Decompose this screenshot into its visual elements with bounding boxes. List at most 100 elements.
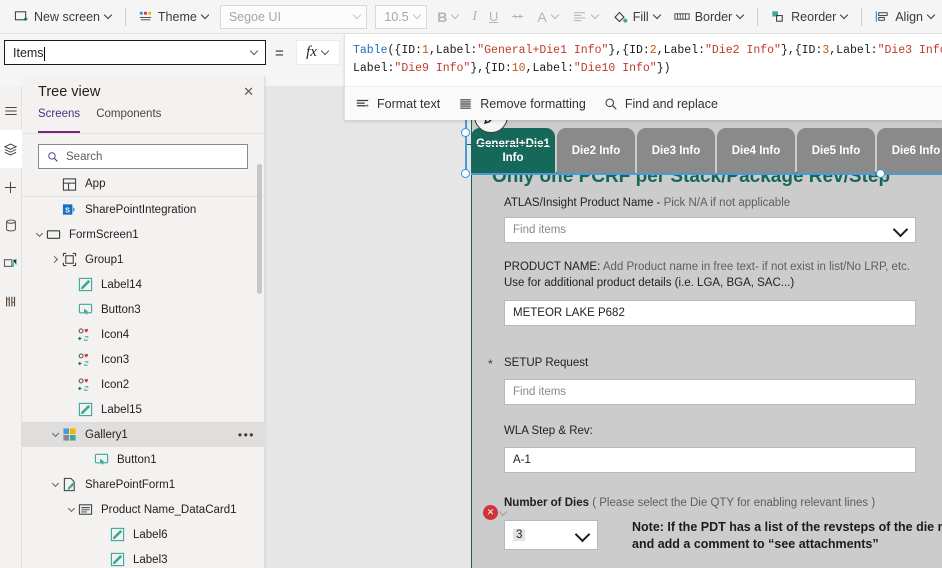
font-family-select[interactable]: Segoe UI [219,4,368,29]
border-button[interactable]: Border [668,3,752,31]
formula-token: }) [656,62,671,75]
tree-item-product-name-datacard1[interactable]: Product Name_DataCard1 [22,497,265,522]
tree-item-label: SharePointIntegration [85,203,197,216]
tree-view-list[interactable]: App S SharePointIntegration FormScreen1 Grou… [22,172,265,568]
chevron-down-icon [895,224,907,236]
formula-token: },{ID: [470,62,512,75]
wla-step-rev-input[interactable]: A-1 [504,447,916,473]
search-input[interactable]: Search [38,144,248,169]
theme-button[interactable]: Theme [132,3,216,31]
italic-button[interactable]: I [466,3,483,31]
chevron-down-icon [841,12,849,20]
number-of-dies-select[interactable]: 3 [504,520,598,550]
property-select[interactable]: Items [4,40,266,65]
atlas-product-name-input[interactable]: Find items [504,217,916,243]
field-wla-step-rev: WLA Step & Rev: A-1 [504,423,916,473]
data-icon[interactable] [0,206,22,244]
chevron-down-icon[interactable] [64,503,78,517]
left-icon-rail [0,86,22,568]
app-tab-general-die1-info[interactable]: General+Die1 Info [471,128,555,174]
font-size-select[interactable]: 10.5 [375,4,428,29]
field-setup-request: * SETUP Request Find items [488,355,916,405]
tree-item-group1[interactable]: Group1 [22,247,265,272]
theme-icon [138,9,153,24]
font-family-value: Segoe UI [228,9,281,24]
tree-item-button3[interactable]: Button3 [22,297,265,322]
app-tab-die4-info[interactable]: Die4 Info [717,128,795,174]
reorder-label: Reorder [791,9,837,24]
product-name-input[interactable]: METEOR LAKE P682 [504,300,916,326]
field-label: Number of Dies ( Please select the Die Q… [504,497,876,509]
sharepoint-icon: S [62,202,78,217]
format-text-button[interactable]: Format text [355,97,440,111]
strikethrough-button[interactable] [504,3,531,31]
search-icon [47,151,59,163]
tree-item-button1[interactable]: Button1 [22,447,265,472]
tree-item-label: Gallery1 [85,428,128,441]
insert-icon[interactable] [0,168,22,206]
app-tab-die5-info[interactable]: Die5 Info [797,128,875,174]
chevron-down-icon[interactable] [48,478,62,492]
field-label: ATLAS/Insight Product Name - Pick N/A if… [504,197,791,209]
bold-button[interactable]: B [431,3,466,31]
tree-item-app[interactable]: App [22,172,265,197]
tree-item-label15[interactable]: Label15 [22,397,265,422]
fx-button[interactable]: fx [296,40,340,65]
text-align-button[interactable] [566,3,606,31]
selection-handle-right[interactable] [876,169,885,178]
align-button[interactable]: Align [868,3,942,31]
tree-item-label6[interactable]: Label6 [22,522,265,547]
note-text: Note: If the PDT has a list of the revst… [632,519,942,553]
formula-token: "Die2 Info" [705,44,781,57]
tree-item-label14[interactable]: Label14 [22,272,265,297]
tree-view-scrollbar[interactable] [257,164,262,294]
media-icon[interactable] [0,244,22,282]
tree-item-gallery1[interactable]: Gallery1 ••• [22,422,265,447]
variables-icon[interactable] [0,282,22,320]
chevron-down-icon[interactable] [48,428,62,442]
gallery-selection-underline [471,173,942,175]
find-and-replace-label: Find and replace [624,96,718,111]
remove-formatting-button[interactable]: Remove formatting [458,97,586,111]
tree-item-formscreen1[interactable]: FormScreen1 [22,222,265,247]
underline-button[interactable]: U [483,3,504,31]
reorder-button[interactable]: Reorder [764,3,855,31]
tree-item-icon3[interactable]: Icon3 [22,347,265,372]
screen-icon [46,227,62,242]
chevron-down-icon[interactable] [32,228,46,242]
fill-button[interactable]: Fill [606,3,668,31]
toolbar-divider-1 [125,7,126,26]
tree-item-sharepointintegration[interactable]: S SharePointIntegration [22,197,265,222]
label-icon [78,402,94,417]
tree-item-label3[interactable]: Label3 [22,547,265,568]
selection-handle-bottom[interactable] [461,169,470,178]
input-value: METEOR LAKE P682 [513,307,625,319]
chevron-down-icon [552,12,560,20]
tree-item-sharepointform1[interactable]: SharePointForm1 [22,472,265,497]
app-tab-die3-info[interactable]: Die3 Info [637,128,715,174]
formula-editor-panel[interactable]: Table({ID:1,Label:"General+Die1 Info"},{… [344,34,942,120]
tree-view-icon[interactable] [0,130,22,168]
gallery-selection-edge [465,112,467,176]
tree-item-icon2[interactable]: Icon2 [22,372,265,397]
close-icon[interactable]: ✕ [243,84,254,100]
selection-handle-top[interactable] [461,128,470,137]
app-tab-die6-info[interactable]: Die6 Info [877,128,942,174]
chevron-down-icon [577,529,589,541]
menu-icon[interactable] [0,92,22,130]
formula-token: ,Label: [656,44,706,57]
tab-screens[interactable]: Screens [38,108,81,133]
tabs-gallery[interactable]: General+Die1 Info Die2 Info Die3 Info Die4 … [471,128,942,174]
font-color-button[interactable]: A [531,3,565,31]
new-screen-button[interactable]: New screen [8,3,119,31]
setup-request-input[interactable]: Find items [504,379,916,405]
chevron-right-icon[interactable] [48,253,62,267]
tab-components[interactable]: Components [96,108,161,133]
find-and-replace-button[interactable]: Find and replace [604,97,718,111]
more-options-icon[interactable]: ••• [238,428,255,442]
tree-view-title: Tree view [38,84,101,100]
error-badge[interactable]: ✕ [483,505,498,520]
formula-text[interactable]: Table({ID:1,Label:"General+Die1 Info"},{… [345,34,942,78]
tree-item-icon4[interactable]: Icon4 [22,322,265,347]
app-tab-die2-info[interactable]: Die2 Info [557,128,635,174]
